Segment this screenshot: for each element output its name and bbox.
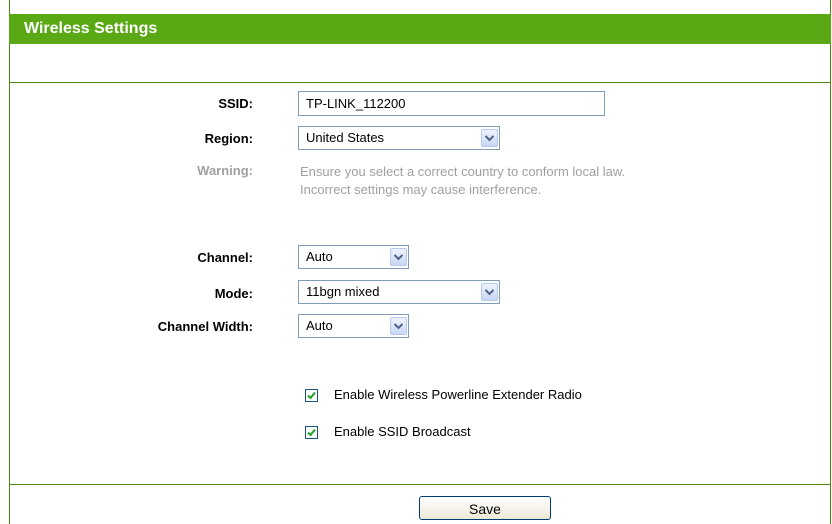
- mode-selected-value: 11bgn mixed: [306, 284, 380, 299]
- chevron-down-icon[interactable]: [390, 248, 407, 266]
- section-header: Wireless Settings: [9, 14, 831, 44]
- enable-ssid-broadcast-label: Enable SSID Broadcast: [334, 424, 471, 439]
- channel-width-selected-value: Auto: [306, 318, 333, 333]
- chevron-down-icon[interactable]: [481, 129, 498, 147]
- channel-label: Channel:: [197, 250, 253, 265]
- channel-width-select[interactable]: Auto: [298, 314, 409, 338]
- mode-select[interactable]: 11bgn mixed: [298, 280, 500, 304]
- check-icon: [307, 391, 316, 400]
- region-label: Region:: [204, 131, 253, 146]
- channel-selected-value: Auto: [306, 249, 333, 264]
- ssid-label: SSID:: [218, 96, 253, 111]
- region-select[interactable]: United States: [298, 126, 500, 150]
- enable-radio-checkbox[interactable]: [305, 389, 318, 402]
- save-button[interactable]: Save: [419, 496, 551, 520]
- top-divider: [9, 82, 831, 83]
- region-selected-value: United States: [306, 130, 385, 145]
- warning-text: Ensure you select a correct country to c…: [300, 163, 625, 199]
- section-title: Wireless Settings: [24, 20, 158, 37]
- warning-line-1: Ensure you select a correct country to c…: [300, 164, 626, 179]
- bottom-divider: [9, 484, 831, 485]
- enable-ssid-broadcast-checkbox[interactable]: [305, 426, 318, 439]
- chevron-down-icon[interactable]: [481, 283, 498, 301]
- check-icon: [307, 428, 316, 437]
- mode-label: Mode:: [214, 286, 253, 301]
- warning-line-2: Incorrect settings may cause interferenc…: [300, 182, 542, 197]
- channel-width-label: Channel Width:: [157, 319, 253, 334]
- enable-radio-label: Enable Wireless Powerline Extender Radio: [334, 387, 582, 402]
- channel-select[interactable]: Auto: [298, 245, 409, 269]
- warning-label: Warning:: [197, 163, 253, 178]
- ssid-input[interactable]: [298, 91, 605, 116]
- chevron-down-icon[interactable]: [390, 317, 407, 335]
